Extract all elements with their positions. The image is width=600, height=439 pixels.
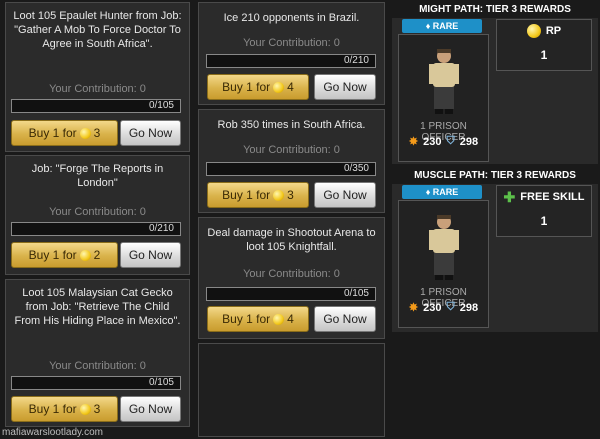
rarity-badge: ♦ RARE [402, 19, 482, 33]
bonus-value: 1 [540, 214, 548, 228]
go-now-button[interactable]: Go Now [120, 396, 181, 422]
progress-text: 0/350 [343, 163, 369, 174]
contribution-text: Your Contribution: 0 [243, 268, 340, 280]
progress-text: 0/105 [148, 100, 174, 111]
progress-bar: 0/350 [206, 162, 376, 176]
plus-icon: ✚ [503, 189, 516, 205]
bonus-label: RP [545, 25, 562, 37]
job-title: Job: "Forge The Reports in London" [31, 163, 164, 189]
progress-bar: 0/210 [11, 222, 181, 236]
reward-panel-might: MIGHT PATH: TIER 3 REWARDS ♦ RARE 1 PRIS… [392, 2, 598, 164]
progress-bar: 0/105 [11, 99, 181, 113]
contribution-text: Your Contribution: 0 [243, 144, 340, 156]
prison-officer-image [428, 215, 459, 280]
bonus-value: 1 [540, 48, 548, 62]
buy-button[interactable]: Buy 1 for 2 [11, 242, 118, 268]
go-now-button[interactable]: Go Now [120, 120, 181, 146]
reward-item: 1 PRISON OFFICER ✸ 230 ⛉ 298 [398, 200, 489, 328]
defense-icon: ⛉ [446, 301, 455, 313]
buy-button[interactable]: Buy 1 for 3 [11, 396, 118, 422]
buy-button[interactable]: Buy 1 for 4 [207, 74, 309, 100]
job-title: Loot 105 Epaulet Hunter from Job: "Gathe… [13, 10, 182, 50]
rarity-badge: ♦ RARE [402, 185, 482, 199]
job-title: Deal damage in Shootout Arena to loot 10… [207, 227, 376, 253]
go-now-button[interactable]: Go Now [314, 74, 376, 100]
contribution-text: Your Contribution: 0 [49, 83, 146, 95]
attack-icon: ✸ [408, 302, 419, 314]
go-now-button[interactable]: Go Now [314, 182, 376, 208]
gold-coin-icon [79, 403, 91, 415]
job-title: Loot 105 Malaysian Cat Gecko from Job: "… [14, 287, 181, 327]
progress-text: 0/210 [343, 55, 369, 66]
progress-text: 0/210 [148, 223, 174, 234]
buy-button[interactable]: Buy 1 for 3 [11, 120, 118, 146]
reward-header: MIGHT PATH: TIER 3 REWARDS [392, 2, 598, 18]
job-card-1: Loot 105 Epaulet Hunter from Job: "Gathe… [5, 2, 190, 152]
bonus-reward: RP 1 [496, 19, 592, 71]
job-card-3: Loot 105 Malaysian Cat Gecko from Job: "… [5, 279, 190, 427]
bonus-label: FREE SKILL [520, 191, 585, 203]
reward-panel-muscle: MUSCLE PATH: TIER 3 REWARDS ♦ RARE 1 PRI… [392, 168, 598, 332]
watermark: mafiawarslootlady.com [2, 427, 103, 438]
buy-button[interactable]: Buy 1 for 4 [207, 306, 309, 332]
progress-text: 0/105 [148, 377, 174, 388]
gold-coin-icon [79, 127, 91, 139]
prison-officer-image [428, 49, 459, 114]
contribution-text: Your Contribution: 0 [243, 37, 340, 49]
gold-coin-icon [273, 81, 285, 93]
gold-coin-icon [79, 249, 91, 261]
job-title: Rob 350 times in South Africa. [217, 119, 366, 131]
empty-card [198, 343, 385, 437]
go-now-button[interactable]: Go Now [314, 306, 376, 332]
item-stats: ✸ 230 ⛉ 298 [408, 301, 479, 314]
reward-header: MUSCLE PATH: TIER 3 REWARDS [392, 168, 598, 184]
contribution-text: Your Contribution: 0 [49, 360, 146, 372]
item-stats: ✸ 230 ⛉ 298 [408, 135, 479, 148]
progress-text: 0/105 [343, 288, 369, 299]
progress-bar: 0/105 [11, 376, 181, 390]
buy-button[interactable]: Buy 1 for 3 [207, 182, 309, 208]
go-now-button[interactable]: Go Now [120, 242, 181, 268]
job-card-4: Ice 210 opponents in Brazil. Your Contri… [198, 2, 385, 105]
gold-coin-icon [273, 189, 285, 201]
progress-bar: 0/210 [206, 54, 376, 68]
attack-icon: ✸ [408, 136, 419, 148]
progress-bar: 0/105 [206, 287, 376, 301]
contribution-text: Your Contribution: 0 [49, 206, 146, 218]
defense-icon: ⛉ [446, 135, 455, 147]
job-card-6: Deal damage in Shootout Arena to loot 10… [198, 217, 385, 339]
job-card-2: Job: "Forge The Reports in London" Your … [5, 155, 190, 275]
rp-icon [526, 24, 541, 38]
gold-coin-icon [273, 313, 285, 325]
job-title: Ice 210 opponents in Brazil. [223, 12, 360, 24]
reward-item: 1 PRISON OFFICER ✸ 230 ⛉ 298 [398, 34, 489, 162]
bonus-reward: ✚ FREE SKILL 1 [496, 185, 592, 237]
job-card-5: Rob 350 times in South Africa. Your Cont… [198, 109, 385, 213]
